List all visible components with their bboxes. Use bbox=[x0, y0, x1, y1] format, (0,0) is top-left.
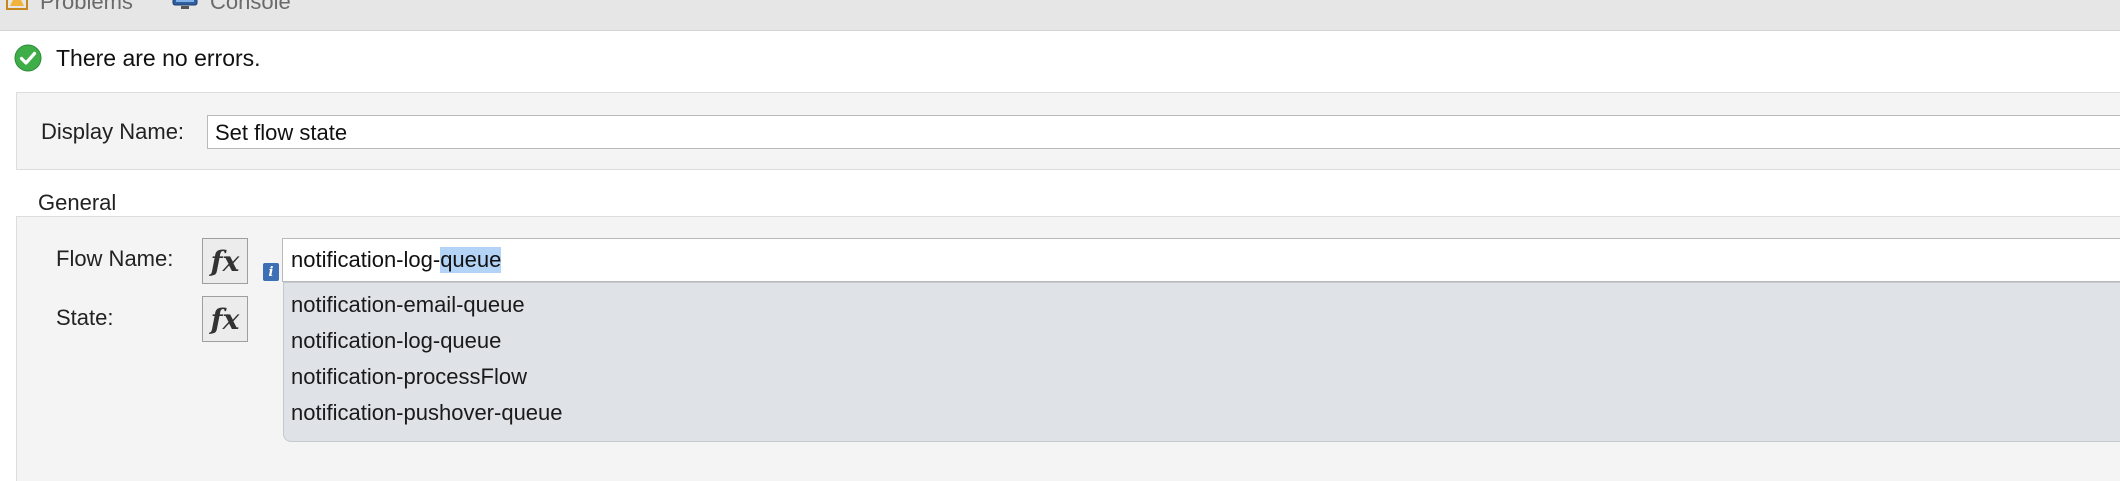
display-name-input[interactable]: Set flow state bbox=[207, 115, 2120, 149]
display-name-label: Display Name: bbox=[41, 119, 185, 144]
autocomplete-item[interactable]: notification-processFlow bbox=[284, 359, 2120, 395]
flow-name-label: Flow Name: bbox=[56, 246, 174, 271]
status-text: There are no errors. bbox=[56, 44, 261, 71]
autocomplete-item[interactable]: notification-email-queue bbox=[284, 287, 2120, 323]
flow-name-selected-text: queue bbox=[440, 247, 502, 273]
flow-name-input[interactable]: notification-log-queue bbox=[282, 238, 2120, 282]
check-circle-icon bbox=[14, 44, 42, 72]
bottom-panel-tabbar: Problems Console bbox=[0, 0, 2120, 31]
state-expression-button[interactable]: fx bbox=[202, 296, 248, 342]
autocomplete-dropdown: notification-email-queue notification-lo… bbox=[283, 282, 2120, 442]
display-name-panel: Display Name: Set flow state bbox=[16, 92, 2120, 170]
console-icon bbox=[172, 0, 198, 16]
problems-icon bbox=[6, 0, 28, 16]
autocomplete-item[interactable]: notification-pushover-queue bbox=[284, 395, 2120, 431]
info-icon: i bbox=[263, 263, 279, 281]
general-section-title: General bbox=[38, 190, 117, 215]
fx-icon: fx bbox=[210, 302, 240, 336]
fx-icon: fx bbox=[210, 244, 240, 278]
tab-problems-label: Problems bbox=[40, 0, 133, 14]
tab-console[interactable]: Console bbox=[172, 0, 291, 16]
autocomplete-item[interactable]: notification-log-queue bbox=[284, 323, 2120, 359]
state-label: State: bbox=[56, 305, 114, 330]
flow-name-expression-button[interactable]: fx bbox=[202, 238, 248, 284]
tab-console-label: Console bbox=[210, 0, 291, 14]
flow-name-value: notification-log- bbox=[291, 247, 441, 272]
validation-status: There are no errors. bbox=[14, 42, 261, 74]
tab-problems[interactable]: Problems bbox=[6, 0, 133, 16]
